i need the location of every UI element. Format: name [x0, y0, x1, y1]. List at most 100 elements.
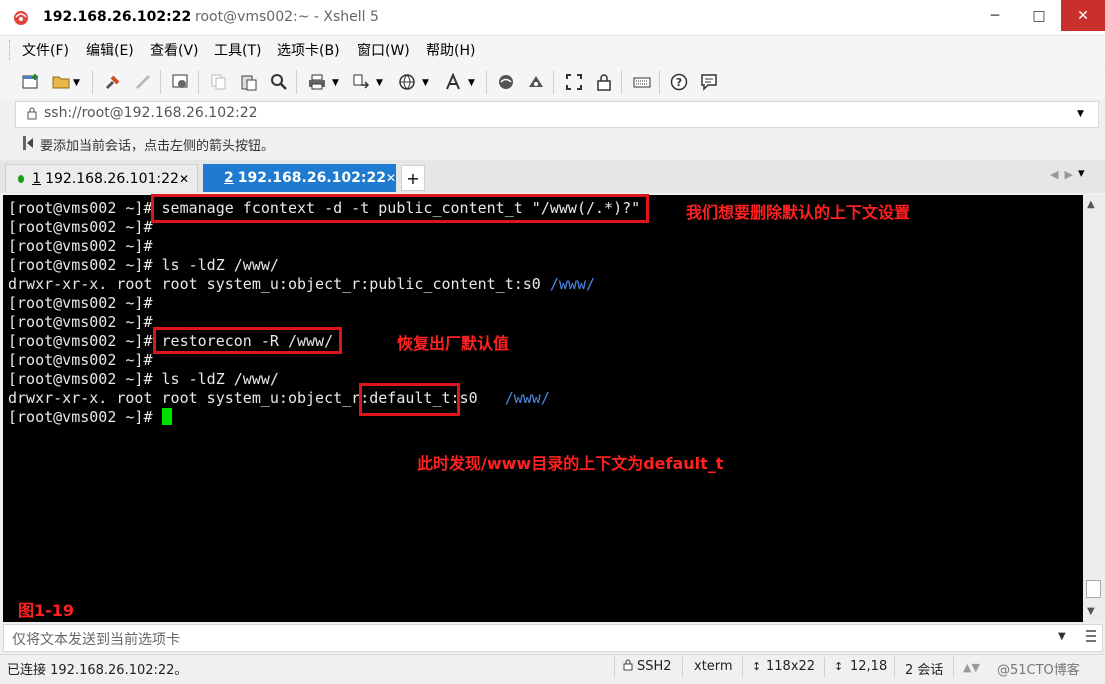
- properties-icon[interactable]: [170, 71, 192, 93]
- terminal-prompt: [root@vms002 ~]#: [8, 237, 153, 255]
- terminal-cursor: [161, 408, 172, 425]
- print-dropdown-icon[interactable]: ▼: [332, 78, 339, 88]
- compose-menu-icon[interactable]: [1084, 628, 1098, 648]
- toolbar-separator: [160, 70, 161, 94]
- menu-grip: [9, 40, 12, 60]
- address-input[interactable]: ssh://root@192.168.26.102:22: [44, 105, 258, 121]
- globe-dropdown-icon[interactable]: ▼: [422, 78, 429, 88]
- tab-number: 2: [224, 170, 234, 186]
- compose-dropdown-icon[interactable]: ▼: [1058, 631, 1066, 642]
- terminal-prompt: [root@vms002 ~]#: [8, 199, 153, 217]
- menu-tools[interactable]: 工具(T): [214, 40, 261, 60]
- session-nav-arrows-icon[interactable]: ▲▼: [963, 661, 980, 674]
- toolbar-separator: [659, 70, 660, 94]
- terminal-output-text: drwxr-xr-x. root root system_u:object_r:…: [8, 275, 550, 293]
- minimize-button[interactable]: ─: [973, 0, 1017, 31]
- terminal-prompt: [root@vms002 ~]#: [8, 294, 153, 312]
- terminal-prompt: [root@vms002 ~]#: [8, 332, 153, 350]
- status-separator: [742, 657, 743, 677]
- compose-input[interactable]: 仅将文本发送到当前选项卡: [12, 629, 180, 649]
- highlight-box-semanage: [151, 194, 649, 223]
- tab-close-icon[interactable]: ✕: [179, 172, 189, 186]
- close-button[interactable]: ✕: [1061, 0, 1105, 31]
- terminal-size-icon: ↕: [752, 660, 762, 673]
- address-dropdown-icon[interactable]: ▼: [1077, 109, 1084, 119]
- tab-label: 192.168.26.102:22: [237, 170, 386, 186]
- terminal-line: [root@vms002 ~]#: [8, 294, 640, 313]
- terminal-command: ls -ldZ /www/: [152, 256, 279, 274]
- reconnect-icon[interactable]: [102, 71, 124, 93]
- status-separator: [682, 657, 683, 677]
- add-session-arrow-icon[interactable]: [22, 135, 36, 155]
- new-tab-button[interactable]: +: [401, 165, 425, 191]
- menu-file[interactable]: 文件(F): [22, 40, 69, 60]
- tab-scroll-arrows-icon[interactable]: ◀▶: [1050, 168, 1079, 181]
- highlight-box-restorecon: [153, 327, 342, 354]
- tab-session-2[interactable]: 2 192.168.26.102:22 ✕: [203, 164, 396, 192]
- fullscreen-icon[interactable]: [563, 71, 585, 93]
- terminal-prompt: [root@vms002 ~]#: [8, 408, 153, 426]
- cursor-position-icon: ↕: [834, 660, 844, 673]
- xmanager-icon[interactable]: [525, 71, 547, 93]
- transfer-dropdown-icon[interactable]: ▼: [376, 78, 383, 88]
- terminal-output: [root@vms002 ~]# semanage fcontext -d -t…: [8, 199, 640, 427]
- lock-icon[interactable]: [593, 71, 615, 93]
- terminal-prompt: [root@vms002 ~]#: [8, 313, 153, 331]
- menu-edit[interactable]: 编辑(E): [86, 40, 134, 60]
- new-session-icon[interactable]: [20, 71, 42, 93]
- terminal-prompt: [root@vms002 ~]#: [8, 218, 153, 236]
- transfer-icon[interactable]: [350, 71, 372, 93]
- globe-icon[interactable]: [396, 71, 418, 93]
- session-hint-text: 要添加当前会话，点击左侧的箭头按钮。: [40, 139, 275, 154]
- figure-label: 图1-19: [18, 601, 75, 620]
- maximize-icon: □: [1032, 7, 1046, 24]
- annotation-context-default-t: 此时发现/www目录的上下文为default_t: [417, 454, 724, 473]
- tab-list-menu-icon[interactable]: ▾: [1078, 166, 1085, 181]
- terminal-line: drwxr-xr-x. root root system_u:object_r:…: [8, 275, 640, 294]
- svg-text:?: ?: [676, 76, 682, 89]
- terminal-prompt: [root@vms002 ~]#: [8, 370, 153, 388]
- tab-session-1[interactable]: 1 192.168.26.101:22 ✕: [5, 164, 198, 192]
- status-sessions: 2 会话: [905, 663, 944, 678]
- terminal-command: ls -ldZ /www/: [152, 370, 279, 388]
- lock-small-icon: [26, 106, 38, 124]
- minimize-icon: ─: [990, 7, 1000, 24]
- terminal-line: [root@vms002 ~]# ls -ldZ /www/: [8, 370, 640, 389]
- xftp-icon[interactable]: [495, 71, 517, 93]
- disconnect-icon[interactable]: [132, 71, 154, 93]
- keyboard-icon[interactable]: [631, 71, 653, 93]
- open-dropdown-icon[interactable]: ▼: [73, 78, 80, 88]
- tab-close-icon[interactable]: ✕: [386, 171, 396, 185]
- paste-icon[interactable]: [238, 71, 260, 93]
- menu-help[interactable]: 帮助(H): [426, 40, 475, 60]
- find-icon[interactable]: [268, 71, 290, 93]
- tab-label: 192.168.26.101:22: [45, 170, 179, 187]
- font-icon[interactable]: [442, 71, 464, 93]
- tab-number: 1: [32, 170, 42, 187]
- help-icon[interactable]: ?: [668, 71, 690, 93]
- menu-tabs[interactable]: 选项卡(B): [277, 40, 340, 60]
- terminal-prompt: [root@vms002 ~]#: [8, 256, 153, 274]
- window-title-host: 192.168.26.102:22: [43, 9, 192, 25]
- font-dropdown-icon[interactable]: ▼: [468, 78, 475, 88]
- copy-icon[interactable]: [208, 71, 230, 93]
- open-folder-icon[interactable]: [50, 71, 72, 93]
- scroll-up-icon[interactable]: ▲: [1087, 199, 1095, 210]
- vertical-scrollbar[interactable]: [1083, 195, 1105, 622]
- close-icon: ✕: [1077, 7, 1089, 24]
- scrollbar-thumb[interactable]: [1086, 580, 1101, 598]
- print-icon[interactable]: [306, 71, 328, 93]
- terminal-directory-name: /www/: [504, 389, 550, 407]
- scroll-down-icon[interactable]: ▼: [1087, 606, 1095, 617]
- toolbar-separator: [621, 70, 622, 94]
- toolbar-separator: [486, 70, 487, 94]
- window-title-session: root@vms002:~ - Xshell 5: [195, 9, 379, 25]
- annotation-restore-default: 恢复出厂默认值: [397, 334, 510, 353]
- menu-view[interactable]: 查看(V): [150, 40, 199, 60]
- menu-window[interactable]: 窗口(W): [357, 40, 410, 60]
- status-separator: [614, 657, 615, 677]
- maximize-button[interactable]: □: [1017, 0, 1061, 31]
- status-terminal-size: 118x22: [766, 659, 816, 674]
- chat-icon[interactable]: [698, 71, 720, 93]
- terminal-line: [root@vms002 ~]# ls -ldZ /www/: [8, 256, 640, 275]
